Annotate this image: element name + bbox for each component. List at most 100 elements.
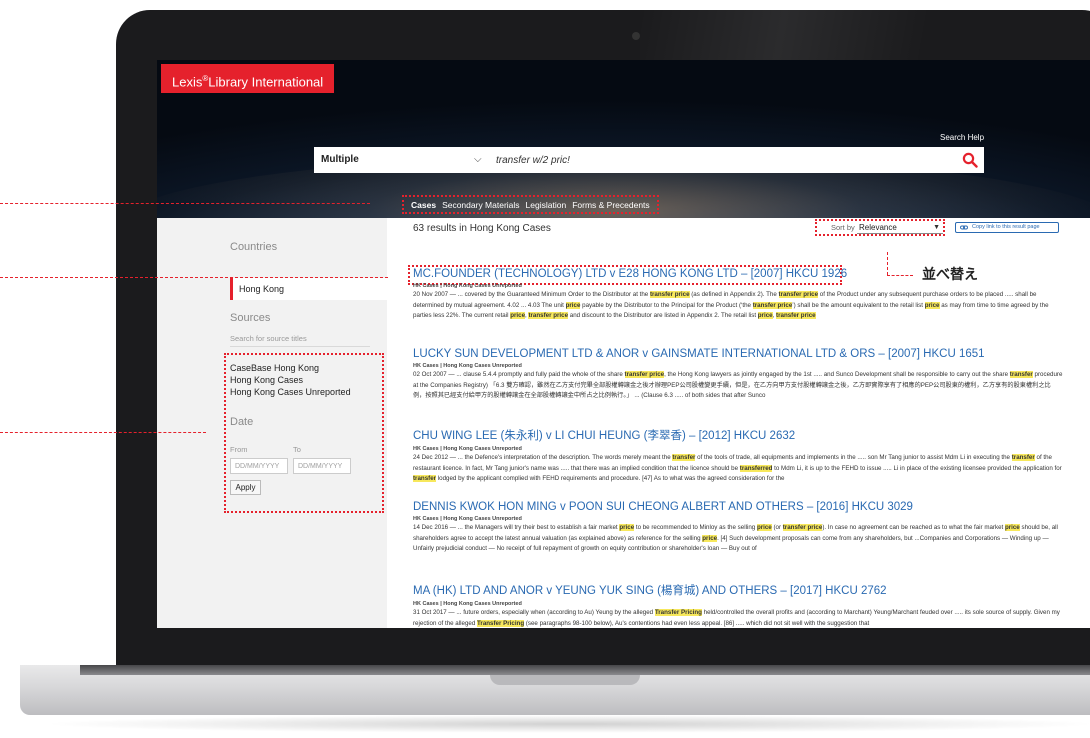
search-term-highlight: price <box>619 524 635 531</box>
snippet-text: to be recommended to Minloy as the selli… <box>634 524 757 531</box>
search-term-highlight: transfer price <box>624 371 665 378</box>
snippet-text: to Mdm Li, it is up to the FEHD to issue… <box>772 464 1062 472</box>
sort-select[interactable]: Relevance ▼ <box>857 222 943 234</box>
logo-text: Lexis <box>172 74 203 90</box>
result-snippet: 02 Oct 2007 — ... clause 5.4.4 promptly … <box>413 370 1063 401</box>
search-term-highlight: transfer <box>1009 371 1033 378</box>
result-title[interactable]: CHU WING LEE (朱永利) v LI CHUI HEUNG (李翠香)… <box>413 427 1063 443</box>
snippet-text: ). In case no agreement can be reached a… <box>822 524 1005 531</box>
search-term-highlight: transfer price <box>528 312 569 319</box>
search-scope-select[interactable]: Multiple <box>321 147 359 173</box>
snippet-text: (or <box>771 524 783 531</box>
search-term-highlight: price <box>756 524 772 531</box>
search-icon[interactable] <box>962 152 978 168</box>
search-help-link[interactable]: Search Help <box>940 133 984 142</box>
search-term-highlight: transferred <box>739 464 773 472</box>
snippet-text: lodged by the applicant complied with FE… <box>436 475 785 482</box>
country-filter-hong-kong[interactable]: Hong Kong <box>230 278 387 300</box>
snippet-text: 31 Oct 2017 — ... future orders, especia… <box>413 609 655 616</box>
result-snippet: 24 Dec 2012 — ... the Defence's interpre… <box>413 453 1063 484</box>
search-term-highlight: price <box>757 312 773 319</box>
callout-line-tabs <box>0 203 370 204</box>
source-search-input[interactable] <box>230 331 370 347</box>
snippet-text: payable by the Distributor to the Princi… <box>580 301 753 309</box>
search-term-highlight: transfer <box>1011 454 1035 461</box>
snippet-text: (as defined in Appendix 2). The <box>689 291 779 298</box>
search-input[interactable] <box>496 147 926 173</box>
sort-control: Sort by Relevance ▼ <box>815 219 945 236</box>
search-term-highlight: Transfer Pricing <box>476 619 525 627</box>
source-item[interactable]: Hong Kong Cases Unreported <box>230 387 351 397</box>
tab-cases[interactable]: Cases <box>411 200 436 210</box>
snippet-text: 24 Dec 2012 — ... the Defence's interpre… <box>413 454 673 461</box>
result-source: HK Cases | Hong Kong Cases Unreported <box>413 601 522 607</box>
search-term-highlight: transfer price <box>752 301 793 309</box>
sort-annotation-label: 並べ替え <box>922 267 978 283</box>
app-logo[interactable]: Lexis®Library International <box>161 64 335 93</box>
app-screen: Lexis®Library International Search Help … <box>157 60 1090 628</box>
result-title[interactable]: LUCKY SUN DEVELOPMENT LTD & ANOR v GAINS… <box>413 348 1063 360</box>
laptop-shadow <box>40 715 1090 733</box>
date-to-label: To <box>293 445 301 454</box>
result-item: LUCKY SUN DEVELOPMENT LTD & ANOR v GAINS… <box>413 348 1063 401</box>
result-snippet: 31 Oct 2017 — ... future orders, especia… <box>413 608 1063 628</box>
date-to-input[interactable] <box>293 458 351 474</box>
laptop-notch <box>490 675 640 685</box>
result-snippet: 14 Dec 2016 — ... the Managers will try … <box>413 523 1063 554</box>
date-from-input[interactable] <box>230 458 288 474</box>
tab-secondary-materials[interactable]: Secondary Materials <box>442 200 519 210</box>
webcam <box>632 32 640 40</box>
copy-link-label: Copy link to this result page <box>972 224 1040 230</box>
search-term-highlight: price <box>510 312 526 319</box>
snippet-text: and discount to the Distributor are list… <box>568 312 758 319</box>
snippet-text: of the tools of trade, all equipments an… <box>695 454 1012 461</box>
caret-down-icon: ▼ <box>933 224 940 231</box>
search-term-highlight: transfer price <box>778 291 819 298</box>
result-title[interactable]: MA (HK) LTD AND ANOR v YEUNG YUK SING (楊… <box>413 582 1063 598</box>
sources-heading: Sources <box>230 312 271 324</box>
result-source: HK Cases | Hong Kong Cases Unreported <box>413 516 522 522</box>
snippet-text: 20 Nov 2007 — ... covered by the Guarant… <box>413 291 650 298</box>
search-term-highlight: price <box>924 301 940 309</box>
result-item: MA (HK) LTD AND ANOR v YEUNG YUK SING (楊… <box>413 582 1063 628</box>
header-banner: Lexis®Library International Search Help … <box>157 60 1090 218</box>
snippet-text: , the Hong Kong lawyers as jointly engag… <box>664 371 1010 378</box>
search-term-highlight: transfer price <box>649 291 690 298</box>
result-item: DENNIS KWOK HON MING v POON SUI CHEONG A… <box>413 501 1063 554</box>
date-heading: Date <box>230 416 254 428</box>
callout-line-sort-horizontal <box>887 275 913 276</box>
countries-heading: Countries <box>230 241 278 253</box>
tab-legislation[interactable]: Legislation <box>526 200 567 210</box>
search-bar: Multiple ⌵ <box>314 147 984 173</box>
search-term-highlight: price <box>1004 524 1020 531</box>
search-term-highlight: transfer <box>413 475 437 482</box>
laptop-hinge <box>80 665 1090 675</box>
copy-link-button[interactable]: Copy link to this result page <box>955 222 1059 233</box>
callout-line-country <box>0 277 388 278</box>
link-icon <box>960 225 968 230</box>
source-item[interactable]: CaseBase Hong Kong <box>230 363 319 373</box>
content-type-tabs: Cases Secondary Materials Legislation Fo… <box>402 195 659 214</box>
sort-label: Sort by <box>831 223 855 232</box>
search-term-highlight: price <box>565 301 581 309</box>
snippet-text: (see paragraphs 98-100 below), Au's cont… <box>524 619 870 627</box>
bezel-sheen <box>640 10 1090 62</box>
search-term-highlight: Transfer Pricing <box>654 609 702 616</box>
results-count: 63 results in Hong Kong Cases <box>413 223 551 234</box>
result-snippet: 20 Nov 2007 — ... covered by the Guarant… <box>413 290 1063 321</box>
tab-forms-precedents[interactable]: Forms & Precedents <box>572 200 649 210</box>
source-item[interactable]: Hong Kong Cases <box>230 375 303 385</box>
result-item: CHU WING LEE (朱永利) v LI CHUI HEUNG (李翠香)… <box>413 427 1063 484</box>
chevron-down-icon[interactable]: ⌵ <box>474 147 482 173</box>
callout-line-filters <box>0 432 206 433</box>
result-title[interactable]: DENNIS KWOK HON MING v POON SUI CHEONG A… <box>413 501 1063 513</box>
search-term-highlight: transfer price <box>782 524 823 531</box>
search-term-highlight: transfer price <box>776 312 816 319</box>
snippet-text: ’) shall be the amount equivalent to the… <box>792 301 925 309</box>
apply-date-button[interactable]: Apply <box>230 480 261 495</box>
result-source: HK Cases | Hong Kong Cases Unreported <box>413 363 522 369</box>
snippet-text: 02 Oct 2007 — ... clause 5.4.4 promptly … <box>413 371 625 378</box>
result-source: HK Cases | Hong Kong Cases Unreported <box>413 446 522 452</box>
callout-line-sort-vertical <box>887 252 888 275</box>
filter-sidebar: Countries Hong Kong Sources CaseBase Hon… <box>157 218 387 628</box>
